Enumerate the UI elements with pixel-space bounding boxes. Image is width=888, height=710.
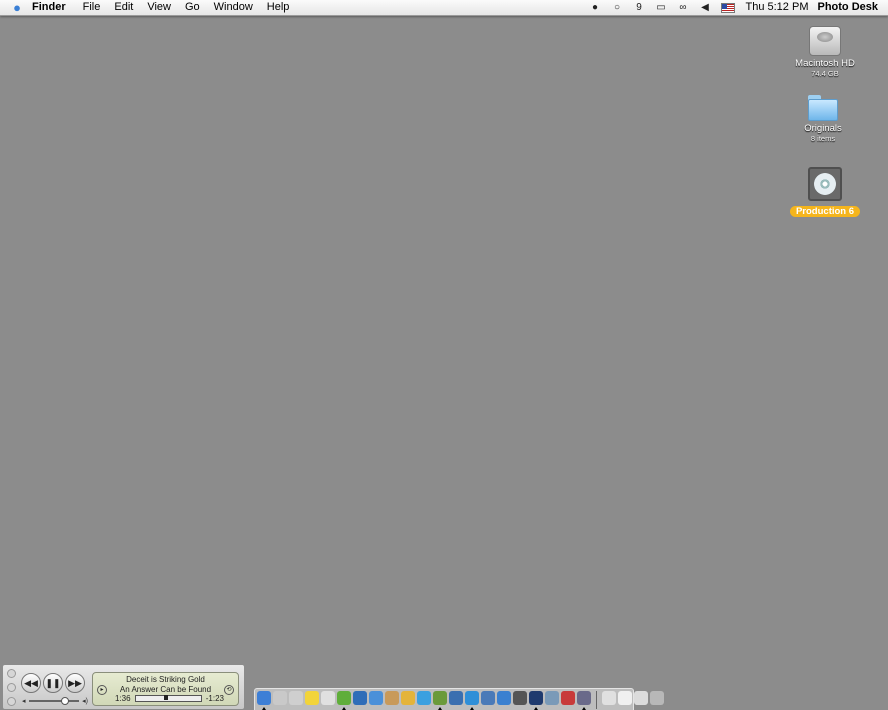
disk-icon[interactable] (497, 691, 511, 705)
menu-help[interactable]: Help (267, 0, 290, 15)
folder-icon (808, 95, 838, 121)
sherlock-icon[interactable] (481, 691, 495, 705)
disc-icon (808, 167, 842, 201)
display-icon[interactable]: ▭ (655, 2, 668, 13)
rewind-icon[interactable]: ◀◀ (21, 673, 41, 693)
desktop-icon-label: Macintosh HD (795, 58, 855, 69)
menubar-user[interactable]: Photo Desk (817, 0, 878, 15)
dock-separator (596, 691, 597, 709)
document-icon[interactable] (602, 691, 616, 705)
dock (254, 688, 664, 710)
snapback-icon[interactable]: ⟲ (224, 685, 234, 695)
hard-drive-icon (809, 26, 841, 56)
network-icon[interactable] (449, 691, 463, 705)
nine-icon[interactable]: 9 (633, 2, 646, 13)
desktop-icon-production-6[interactable]: Production 6 (785, 167, 865, 217)
itunes-icon[interactable] (337, 691, 351, 710)
finder-icon[interactable] (257, 691, 271, 710)
progress-bar[interactable] (134, 695, 202, 702)
itunes-lcd: ▸ ⟲ Deceit is Striking Gold An Answer Ca… (92, 672, 239, 706)
iphoto-icon[interactable] (353, 691, 367, 705)
minimize-button[interactable] (7, 683, 16, 692)
speaker-high-icon: ◂) (82, 698, 88, 705)
zoom-button[interactable] (7, 697, 16, 706)
menu-view[interactable]: View (147, 0, 171, 15)
pause-icon[interactable]: ❚❚ (43, 673, 63, 693)
us-flag-icon[interactable] (720, 2, 735, 13)
preview-icon[interactable] (401, 691, 415, 705)
safari-icon[interactable] (465, 691, 479, 710)
stickies-icon[interactable] (305, 691, 319, 705)
terminal-icon[interactable] (513, 691, 527, 705)
trash-icon[interactable] (289, 691, 303, 705)
photoshop-icon[interactable] (529, 691, 543, 710)
pen-icon[interactable] (545, 691, 559, 705)
menu-app-finder[interactable]: Finder (32, 0, 66, 15)
desktop-icon-sublabel: 74.4 GB (811, 69, 839, 78)
spy-icon[interactable]: ● (589, 2, 602, 13)
mail-icon[interactable] (273, 691, 287, 705)
menu-bar: ● Finder File Edit View Go Window Help ●… (0, 0, 888, 16)
chat-bubble-icon[interactable]: ○ (611, 2, 624, 13)
desktop-icon-sublabel: 8 items (810, 134, 836, 143)
trash-can-icon[interactable] (650, 691, 664, 705)
ichat-icon[interactable] (417, 691, 431, 705)
speaker-icon[interactable]: ◀ (699, 2, 712, 13)
song-title: Deceit is Striking Gold (126, 675, 205, 684)
volume-slider[interactable]: ◂ ◂) (22, 697, 88, 705)
address-book-icon[interactable] (385, 691, 399, 705)
menu-file[interactable]: File (83, 0, 101, 15)
acrobat-icon[interactable] (561, 691, 575, 705)
system-prefs-icon[interactable] (577, 691, 591, 710)
elapsed-time: 1:36 (115, 694, 131, 703)
desktop-icon-label: Originals (804, 123, 842, 134)
desktop-icon-macintosh-hd[interactable]: Macintosh HD 74.4 GB (785, 26, 865, 78)
menu-edit[interactable]: Edit (114, 0, 133, 15)
fast-forward-icon[interactable]: ▶▶ (65, 673, 85, 693)
binoculars-icon[interactable]: ∞ (677, 2, 690, 13)
volume-track[interactable] (28, 697, 80, 705)
apple-icon[interactable]: ● (6, 0, 28, 15)
volume-thumb[interactable] (60, 697, 69, 705)
window-icon[interactable] (634, 691, 648, 705)
menu-go[interactable]: Go (185, 0, 200, 15)
menubar-clock[interactable]: Thu 5:12 PM (746, 0, 809, 15)
window-controls (7, 669, 16, 706)
remaining-time: -1:23 (205, 694, 224, 703)
utilities-icon[interactable] (433, 691, 447, 710)
printer-icon[interactable] (618, 691, 632, 705)
progress-knob[interactable] (163, 695, 168, 700)
speaker-low-icon: ◂ (22, 698, 26, 705)
desktop-icon-originals[interactable]: Originals 8 items (783, 95, 863, 143)
menu-window[interactable]: Window (214, 0, 253, 15)
itunes-mini-player: ◀◀ ❚❚ ▶▶ ◂ ◂) ▸ ⟲ Deceit is Striking Gol… (2, 664, 245, 710)
ical-icon[interactable] (321, 691, 335, 705)
imovie-icon[interactable] (369, 691, 383, 705)
menu-extras: ● ○ 9 ▭ ∞ ◀ Thu 5:12 PM Photo Desk (589, 0, 878, 15)
play-status-icon[interactable]: ▸ (97, 685, 107, 695)
close-button[interactable] (7, 669, 16, 678)
desktop-icon-label: Production 6 (789, 206, 861, 217)
